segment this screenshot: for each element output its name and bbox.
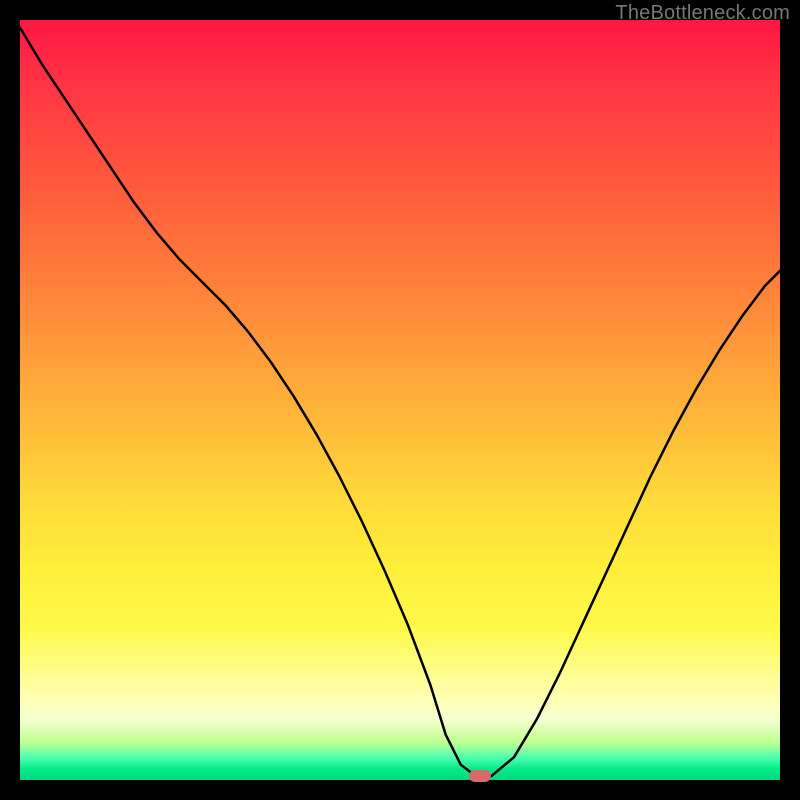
- watermark-text: TheBottleneck.com: [615, 2, 790, 25]
- plot-area: [20, 20, 780, 780]
- optimal-point-marker: [469, 770, 491, 782]
- chart-frame: TheBottleneck.com: [0, 0, 800, 800]
